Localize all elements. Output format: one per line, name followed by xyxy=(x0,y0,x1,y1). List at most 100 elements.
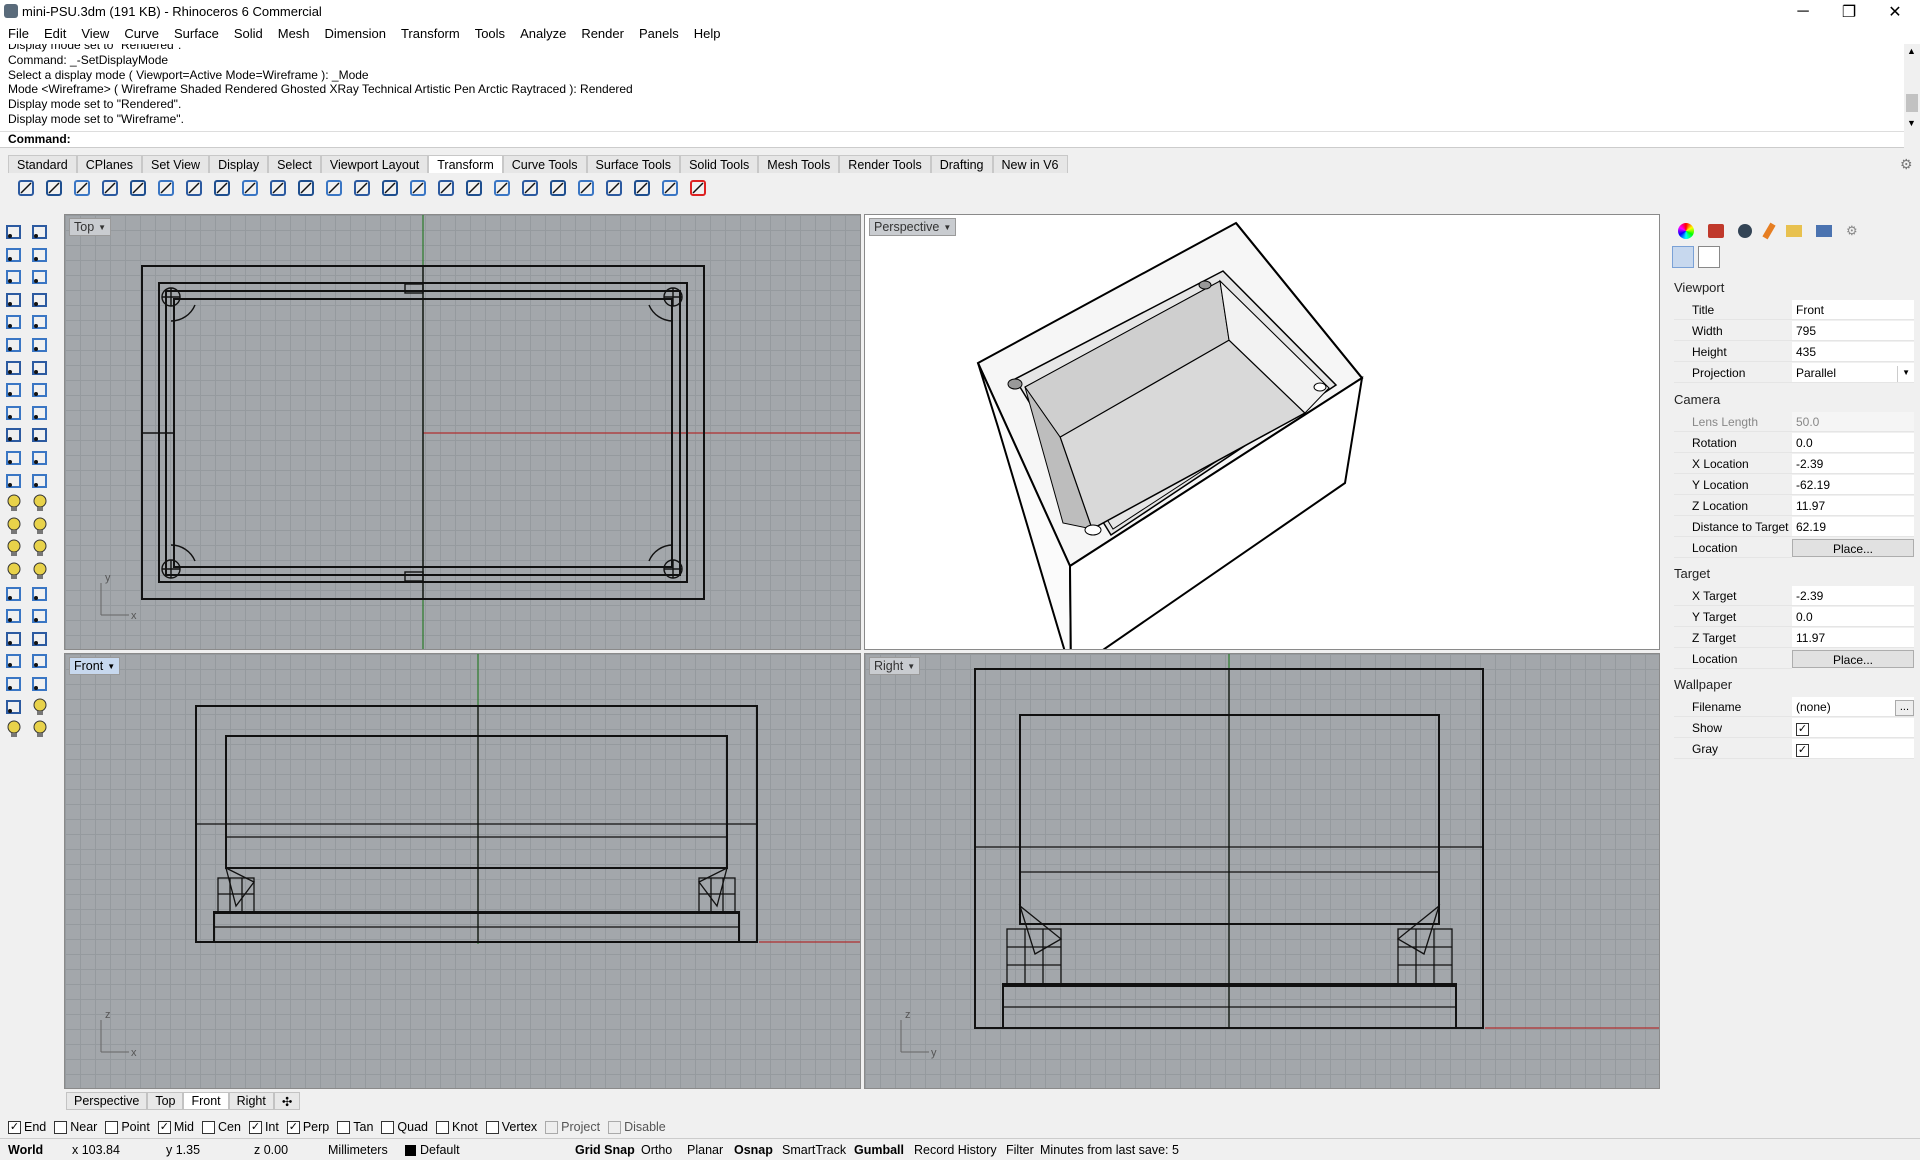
tab-select[interactable]: Select xyxy=(268,155,321,173)
osnap-end[interactable]: ✓ End xyxy=(8,1118,46,1136)
osnap-project[interactable]: Project xyxy=(545,1118,600,1136)
maximize-button[interactable]: ❐ xyxy=(1826,0,1872,24)
menu-view[interactable]: View xyxy=(73,24,116,44)
select-icon[interactable] xyxy=(4,222,26,244)
arc-icon[interactable] xyxy=(30,267,52,289)
osnap-point[interactable]: Point xyxy=(105,1118,150,1136)
tab-set-view[interactable]: Set View xyxy=(141,155,210,173)
browse-button[interactable]: ... xyxy=(1894,700,1914,716)
rectangle-icon[interactable] xyxy=(30,290,52,312)
menu-mesh[interactable]: Mesh xyxy=(270,24,317,44)
more-icon[interactable] xyxy=(30,471,52,493)
osnap-quad[interactable]: Quad xyxy=(381,1118,428,1136)
lock-icon[interactable] xyxy=(4,584,26,606)
viewport-label-top[interactable]: Top ▼ xyxy=(69,218,112,236)
group-icon[interactable] xyxy=(30,448,52,470)
osnap-checkbox[interactable] xyxy=(105,1121,119,1134)
viewport-perspective[interactable]: Perspective ▼ xyxy=(864,214,1660,650)
osnap-checkbox[interactable] xyxy=(436,1121,449,1134)
hide-a-icon[interactable] xyxy=(4,651,26,673)
scale-nu-icon[interactable] xyxy=(210,176,233,199)
minimize-button[interactable]: ─ xyxy=(1780,0,1826,24)
bulb-a-icon[interactable] xyxy=(30,697,52,719)
materials-tab-icon[interactable] xyxy=(1708,224,1724,238)
delete-icon[interactable] xyxy=(4,697,26,719)
menu-file[interactable]: File xyxy=(0,24,36,44)
units-status[interactable]: Millimeters xyxy=(328,1143,388,1157)
viewport-top[interactable]: y x Top ▼ xyxy=(64,214,861,650)
command-line[interactable]: Command: xyxy=(0,132,1904,148)
bulb-c-icon[interactable] xyxy=(30,719,52,741)
viewport-tab-top[interactable]: Top xyxy=(147,1092,184,1110)
extrude-icon[interactable] xyxy=(4,335,26,357)
viewport-tab-right[interactable]: Right xyxy=(228,1092,274,1110)
menu-transform[interactable]: Transform xyxy=(393,24,467,44)
tab-new-in-v6[interactable]: New in V6 xyxy=(992,155,1068,173)
move-icon[interactable] xyxy=(14,176,37,199)
gray-checkbox[interactable]: ✓ xyxy=(1796,744,1809,757)
target-place-button[interactable]: Place... xyxy=(1792,650,1914,668)
tab-render-tools[interactable]: Render Tools xyxy=(839,155,931,173)
render-tab-icon[interactable] xyxy=(1738,224,1752,238)
osnap-checkbox[interactable]: ✓ xyxy=(286,1121,300,1134)
viewport-tab-perspective[interactable]: Perspective xyxy=(66,1092,148,1110)
polygon-icon[interactable] xyxy=(4,312,26,334)
cplane-status[interactable]: World xyxy=(8,1143,43,1157)
freeform-icon[interactable] xyxy=(30,312,52,334)
camera-icon[interactable] xyxy=(1672,246,1694,268)
light-d-icon[interactable] xyxy=(30,538,52,560)
array-srf-icon[interactable] xyxy=(350,176,373,199)
viewport-label-front[interactable]: Front ▼ xyxy=(69,657,121,675)
box-icon[interactable] xyxy=(4,358,26,380)
planar-toggle[interactable]: Planar xyxy=(687,1143,723,1157)
splop-icon[interactable] xyxy=(630,176,653,199)
snap-b-icon[interactable] xyxy=(30,674,52,696)
show-b-icon[interactable] xyxy=(30,629,52,651)
taper-icon[interactable] xyxy=(574,176,597,199)
osnap-knot[interactable]: Knot xyxy=(436,1118,478,1136)
lights-tab-icon[interactable] xyxy=(1762,222,1776,240)
tab-surface-tools[interactable]: Surface Tools xyxy=(586,155,681,173)
osnap-cen[interactable]: Cen xyxy=(202,1118,241,1136)
snap-a-icon[interactable] xyxy=(4,674,26,696)
tab-cplanes[interactable]: CPlanes xyxy=(76,155,142,173)
command-history-scrollbar[interactable]: ▲ ▼ xyxy=(1904,44,1920,132)
menu-edit[interactable]: Edit xyxy=(36,24,73,44)
orient-icon[interactable] xyxy=(406,176,429,199)
bend-icon[interactable] xyxy=(546,176,569,199)
layers-tab-icon[interactable] xyxy=(1816,225,1832,237)
orient-3pt-icon[interactable] xyxy=(434,176,457,199)
properties-tab-icon[interactable] xyxy=(1678,223,1694,239)
align-icon[interactable] xyxy=(378,176,401,199)
osnap-disable[interactable]: Disable xyxy=(608,1118,666,1136)
folder-tab-icon[interactable] xyxy=(1786,225,1802,237)
add-viewport-tab-icon[interactable]: ✣ xyxy=(273,1092,301,1110)
command-history[interactable]: Display mode set to "Rendered". Command:… xyxy=(0,44,1904,132)
settings-gear-icon[interactable]: ⚙ xyxy=(1846,223,1858,239)
rotate-icon[interactable] xyxy=(70,176,93,199)
menu-tools[interactable]: Tools xyxy=(467,24,512,44)
scale-icon[interactable] xyxy=(126,176,149,199)
osnap-checkbox[interactable]: ✓ xyxy=(157,1121,171,1134)
filter-toggle[interactable]: Filter xyxy=(1006,1143,1034,1157)
twist-icon[interactable] xyxy=(518,176,541,199)
osnap-mid[interactable]: ✓ Mid xyxy=(157,1118,194,1136)
menu-solid[interactable]: Solid xyxy=(226,24,270,44)
boolean-icon[interactable] xyxy=(4,403,26,425)
ortho-toggle[interactable]: Ortho xyxy=(641,1143,672,1157)
text-icon[interactable] xyxy=(4,448,26,470)
layer-status[interactable]: Default xyxy=(405,1143,460,1157)
mesh-icon[interactable] xyxy=(4,425,26,447)
array-polar-icon[interactable] xyxy=(294,176,317,199)
menu-render[interactable]: Render xyxy=(573,24,631,44)
osnap-checkbox[interactable] xyxy=(485,1121,499,1134)
dimension-icon[interactable] xyxy=(30,425,52,447)
menu-curve[interactable]: Curve xyxy=(116,24,166,44)
mirror-icon[interactable] xyxy=(238,176,261,199)
bulb-b-icon[interactable] xyxy=(4,719,26,741)
tab-drafting[interactable]: Drafting xyxy=(930,155,993,173)
light-off-icon[interactable] xyxy=(30,493,52,515)
camera-place-button[interactable]: Place... xyxy=(1792,539,1914,557)
cylinder-icon[interactable] xyxy=(4,380,26,402)
scale-1d-icon[interactable] xyxy=(154,176,177,199)
